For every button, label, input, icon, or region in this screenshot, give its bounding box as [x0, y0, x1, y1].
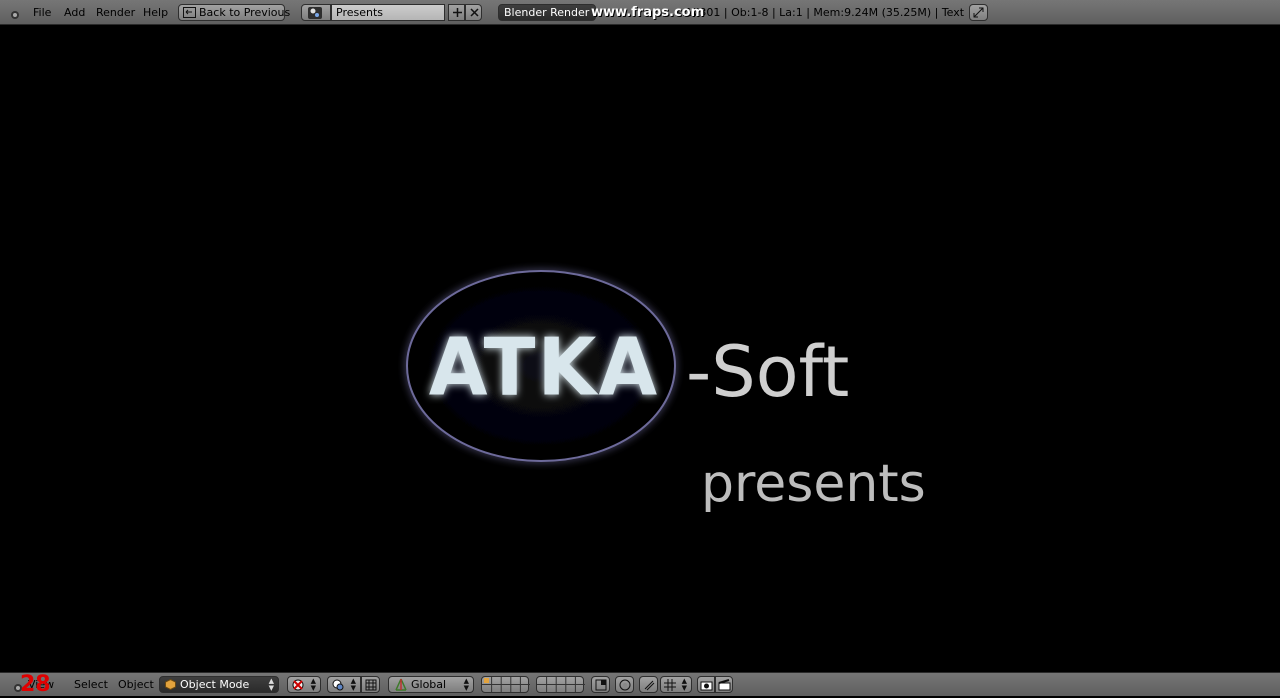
back-to-previous-label: Back to Previous	[199, 6, 291, 19]
menu-add[interactable]: Add	[64, 0, 85, 25]
fps-counter: 28	[20, 672, 51, 697]
viewport-shading-dropdown[interactable]: ▲ ▼	[287, 676, 321, 693]
dropdown-arrows-icon: ▲ ▼	[350, 677, 356, 692]
pivot-point-dropdown[interactable]: ▲ ▼	[327, 676, 361, 693]
soft-text: -Soft	[686, 331, 849, 413]
clapper-icon	[718, 679, 731, 696]
top-header: File Add Render Help Back to Previous Pr…	[0, 0, 1280, 25]
render-engine-label: Blender Render	[504, 6, 590, 19]
lock-icon	[595, 679, 607, 696]
manipulator-toggle[interactable]	[361, 676, 380, 693]
render-animation-button[interactable]	[715, 676, 733, 693]
scene-name-field[interactable]: Presents	[331, 4, 445, 21]
editor-type-icon[interactable]	[9, 6, 21, 19]
layers-grid-icon	[482, 677, 530, 692]
screen-icon	[183, 7, 196, 23]
maximize-icon	[973, 7, 984, 23]
close-icon	[469, 7, 480, 23]
transform-orientation-dropdown[interactable]: Global ▲ ▼	[388, 676, 474, 693]
mode-label: Object Mode	[180, 678, 250, 691]
back-to-previous-button[interactable]: Back to Previous	[178, 4, 290, 23]
proportional-circle-icon	[619, 679, 631, 696]
snap-toggle[interactable]	[639, 676, 658, 693]
transform-axes-icon	[394, 678, 408, 696]
dropdown-arrows-icon: ▲ ▼	[268, 677, 274, 692]
orientation-label: Global	[411, 678, 447, 691]
mode-dropdown[interactable]: Object Mode ▲ ▼	[159, 676, 279, 693]
lock-camera-toggle[interactable]	[591, 676, 610, 693]
fraps-watermark: www.fraps.com	[591, 5, 705, 20]
dropdown-arrows-icon: ▲ ▼	[463, 677, 469, 692]
add-scene-button[interactable]	[448, 4, 465, 21]
menu-select[interactable]: Select	[74, 673, 108, 697]
snap-element-dropdown[interactable]: ▲ ▼	[660, 676, 692, 693]
3d-viewport[interactable]: ATKA -Soft presents	[0, 25, 1280, 672]
plus-icon	[452, 7, 463, 23]
menu-file[interactable]: File	[33, 0, 51, 25]
scene-stats: s:17301 | Ob:1-8 | La:1 | Mem:9.24M (35.…	[676, 6, 965, 19]
shading-sphere-icon	[292, 679, 304, 696]
delete-scene-button[interactable]	[465, 4, 482, 21]
menu-help[interactable]: Help	[143, 0, 168, 25]
layers-grid-icon	[537, 677, 585, 692]
snap-grid-icon	[664, 679, 676, 696]
menu-object[interactable]: Object	[118, 673, 154, 697]
camera-icon	[700, 679, 713, 696]
screen-layout-button[interactable]	[301, 4, 331, 21]
render-engine-dropdown[interactable]: Blender Render	[498, 4, 596, 21]
menu-render[interactable]: Render	[96, 0, 135, 25]
pivot-icon	[332, 679, 344, 696]
viewport-render: ATKA -Soft presents	[406, 270, 926, 514]
bottom-header: View 28 Select Object Object Mode ▲ ▼ ▲ ▼ …	[0, 672, 1280, 697]
dropdown-arrows-icon: ▲ ▼	[681, 677, 687, 692]
layer-buttons-group-2[interactable]	[536, 676, 585, 693]
logo-text: ATKA	[429, 322, 659, 414]
manipulator-icon	[365, 679, 377, 696]
layer-buttons-group-1[interactable]	[481, 676, 530, 693]
object-cube-icon	[165, 678, 176, 695]
presents-text: presents	[701, 454, 926, 514]
dropdown-arrows-icon: ▲ ▼	[310, 677, 316, 692]
render-opengl-button[interactable]	[697, 676, 715, 693]
proportional-edit-toggle[interactable]	[615, 676, 634, 693]
scene-name-text: Presents	[336, 6, 384, 19]
snap-magnet-icon	[643, 679, 655, 696]
scene-layout-icon	[308, 7, 322, 24]
fullscreen-toggle-button[interactable]	[969, 4, 988, 21]
